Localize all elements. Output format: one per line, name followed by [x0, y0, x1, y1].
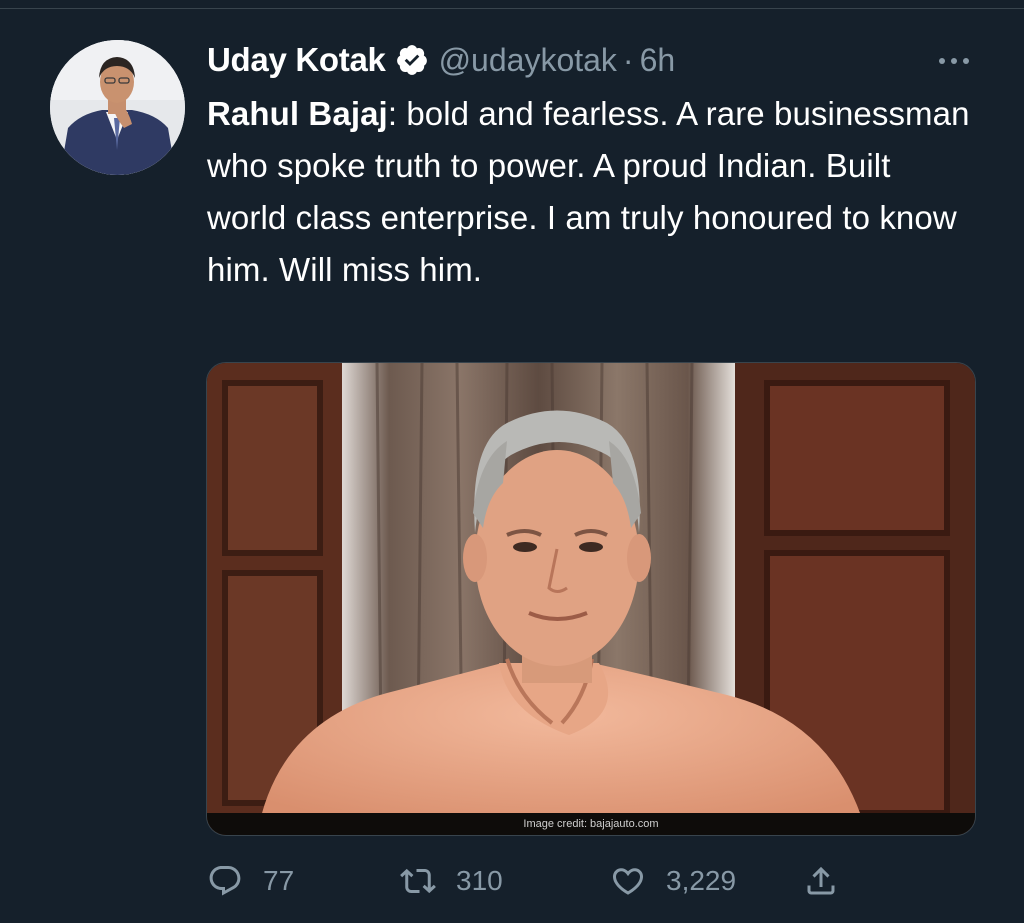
tweet-header: Uday Kotak @udaykotak · 6h: [207, 38, 675, 82]
reply-count: 77: [263, 865, 295, 896]
tweet-timestamp[interactable]: 6h: [640, 42, 676, 79]
author-handle[interactable]: @udaykotak: [439, 42, 617, 79]
portrait-photo: [207, 363, 975, 835]
more-dot: [939, 58, 945, 64]
more-options-icon[interactable]: [928, 44, 980, 78]
like-count: 3,229: [666, 865, 737, 896]
like-button[interactable]: 3,229: [610, 858, 736, 904]
share-icon: [807, 866, 835, 895]
avatar-photo: [50, 40, 185, 175]
reply-button[interactable]: 77: [207, 858, 294, 904]
more-dot: [963, 58, 969, 64]
retweet-count: 310: [456, 865, 503, 896]
image-credit: Image credit: bajajauto.com: [207, 813, 975, 835]
share-button[interactable]: [803, 858, 839, 904]
heart-icon: [612, 868, 644, 895]
author-avatar[interactable]: [50, 40, 185, 175]
more-dot: [951, 58, 957, 64]
tweet-text: Rahul Bajaj: bold and fearless. A rare b…: [207, 88, 977, 296]
verified-badge-icon: [396, 45, 427, 75]
retweet-icon: [400, 868, 436, 894]
author-name[interactable]: Uday Kotak: [207, 41, 386, 79]
retweet-button[interactable]: 310: [400, 858, 503, 904]
top-divider: [0, 8, 1024, 9]
reply-icon: [209, 866, 241, 896]
tweet-media[interactable]: Image credit: bajajauto.com: [206, 362, 976, 836]
mentioned-name: Rahul Bajaj: [207, 95, 388, 132]
tweet-actions: 77 310 3,229: [207, 858, 867, 904]
separator-dot: ·: [622, 41, 634, 78]
